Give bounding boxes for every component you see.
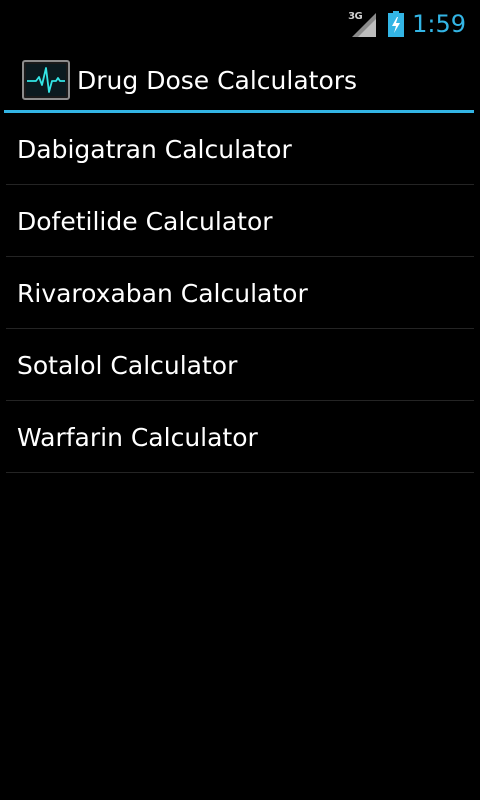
list-item-rivaroxaban[interactable]: Rivaroxaban Calculator [0, 257, 480, 329]
calculator-list: Dabigatran Calculator Dofetilide Calcula… [0, 113, 480, 473]
list-item-dofetilide[interactable]: Dofetilide Calculator [0, 185, 480, 257]
list-item-label: Dabigatran Calculator [17, 134, 292, 164]
list-item-label: Sotalol Calculator [17, 350, 238, 380]
list-item-label: Dofetilide Calculator [17, 206, 273, 236]
status-bar: 3G 1:59 [0, 0, 480, 48]
list-divider [6, 472, 474, 473]
list-item-dabigatran[interactable]: Dabigatran Calculator [0, 113, 480, 185]
list-item-label: Rivaroxaban Calculator [17, 278, 308, 308]
signal-indicator: 3G [348, 9, 378, 39]
heartbeat-monitor-icon[interactable] [22, 60, 70, 100]
action-bar: Drug Dose Calculators [0, 48, 480, 112]
list-item-warfarin[interactable]: Warfarin Calculator [0, 401, 480, 473]
app-title: Drug Dose Calculators [77, 65, 358, 95]
battery-charging-icon [388, 11, 405, 37]
network-type-label: 3G [348, 11, 363, 22]
list-item-sotalol[interactable]: Sotalol Calculator [0, 329, 480, 401]
clock: 1:59 [412, 10, 466, 38]
status-icons: 3G 1:59 [348, 0, 466, 48]
list-item-label: Warfarin Calculator [17, 422, 258, 452]
